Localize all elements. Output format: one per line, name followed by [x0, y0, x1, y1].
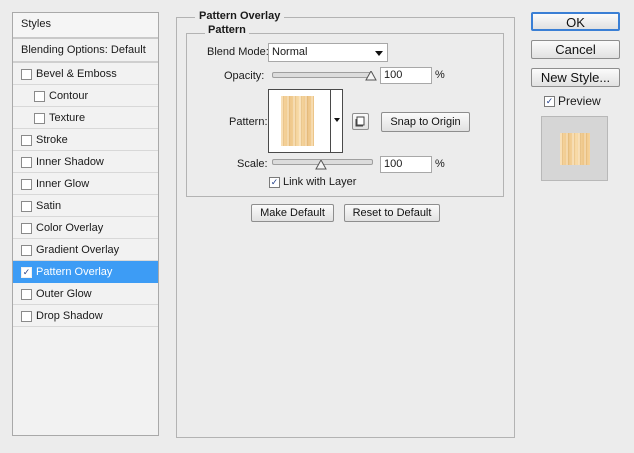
- style-item-color-overlay[interactable]: Color Overlay: [13, 217, 158, 239]
- reset-to-default-button[interactable]: Reset to Default: [344, 204, 440, 222]
- color-overlay-checkbox[interactable]: [21, 223, 32, 234]
- style-preview-thumbnail: [541, 116, 608, 181]
- opacity-slider-thumb[interactable]: [365, 71, 377, 81]
- cancel-button[interactable]: Cancel: [531, 40, 620, 59]
- style-item-label: Inner Glow: [36, 178, 90, 190]
- style-item-inner-shadow[interactable]: Inner Shadow: [13, 151, 158, 173]
- stroke-checkbox[interactable]: [21, 135, 32, 146]
- style-item-label: Gradient Overlay: [36, 244, 120, 256]
- make-default-button[interactable]: Make Default: [251, 204, 334, 222]
- style-item-label: Pattern Overlay: [36, 266, 113, 278]
- blending-options-item[interactable]: Blending Options: Default: [13, 39, 158, 63]
- ok-button[interactable]: OK: [531, 12, 620, 31]
- style-item-inner-glow[interactable]: Inner Glow: [13, 173, 158, 195]
- bevel-emboss-checkbox[interactable]: [21, 69, 32, 80]
- opacity-input[interactable]: 100: [380, 67, 432, 84]
- inner-glow-checkbox[interactable]: [21, 179, 32, 190]
- inner-shadow-checkbox[interactable]: [21, 157, 32, 168]
- drop-shadow-checkbox[interactable]: [21, 311, 32, 322]
- pattern-group-title: Pattern: [205, 24, 249, 36]
- blend-mode-select[interactable]: Normal: [268, 43, 388, 62]
- scale-label: Scale:: [237, 158, 268, 170]
- style-item-label: Contour: [49, 90, 89, 102]
- pattern-picker[interactable]: [268, 89, 343, 153]
- new-style-button[interactable]: New Style...: [531, 68, 620, 87]
- texture-checkbox[interactable]: [34, 113, 45, 124]
- outer-glow-checkbox[interactable]: [21, 289, 32, 300]
- blend-mode-label: Blend Mode:: [207, 46, 269, 58]
- opacity-slider[interactable]: [272, 72, 373, 78]
- pattern-overlay-checkbox[interactable]: ✓: [21, 267, 32, 278]
- blend-mode-value: Normal: [272, 46, 308, 58]
- link-with-layer-checkbox[interactable]: ✓: [269, 177, 280, 188]
- style-item-label: Drop Shadow: [36, 310, 103, 322]
- pattern-dropdown-arrow-icon[interactable]: [334, 118, 340, 122]
- style-item-label: Stroke: [36, 134, 68, 146]
- styles-list-panel: Styles Blending Options: Default Bevel &…: [12, 12, 159, 436]
- link-with-layer-label: Link with Layer: [283, 176, 357, 188]
- snap-to-origin-button[interactable]: Snap to Origin: [381, 112, 470, 132]
- style-item-label: Inner Shadow: [36, 156, 104, 168]
- new-preset-button[interactable]: [352, 113, 369, 130]
- style-item-label: Outer Glow: [36, 288, 92, 300]
- pattern-picker-divider: [330, 90, 331, 152]
- scale-slider-thumb[interactable]: [315, 160, 327, 170]
- opacity-label: Opacity:: [224, 70, 265, 82]
- pattern-label: Pattern:: [229, 116, 268, 128]
- scale-unit: %: [435, 158, 445, 170]
- preview-checkbox[interactable]: ✓: [544, 96, 555, 107]
- opacity-unit: %: [435, 69, 445, 81]
- scale-input[interactable]: 100: [380, 156, 432, 173]
- style-item-gradient-overlay[interactable]: Gradient Overlay: [13, 239, 158, 261]
- preview-pattern-swatch: [560, 133, 590, 165]
- style-item-texture[interactable]: Texture: [13, 107, 158, 129]
- wood-pattern-thumbnail: [281, 96, 314, 146]
- satin-checkbox[interactable]: [21, 201, 32, 212]
- style-item-stroke[interactable]: Stroke: [13, 129, 158, 151]
- style-item-drop-shadow[interactable]: Drop Shadow: [13, 305, 158, 327]
- style-item-bevel-emboss[interactable]: Bevel & Emboss: [13, 63, 158, 85]
- preview-label: Preview: [558, 94, 601, 108]
- style-item-outer-glow[interactable]: Outer Glow: [13, 283, 158, 305]
- new-preset-icon: [355, 116, 365, 127]
- style-item-pattern-overlay[interactable]: ✓ Pattern Overlay: [13, 261, 158, 283]
- style-item-label: Bevel & Emboss: [36, 68, 117, 80]
- contour-checkbox[interactable]: [34, 91, 45, 102]
- style-item-contour[interactable]: Contour: [13, 85, 158, 107]
- chevron-down-icon: [375, 51, 383, 56]
- pattern-overlay-title: Pattern Overlay: [195, 10, 285, 22]
- style-item-label: Satin: [36, 200, 62, 212]
- styles-header[interactable]: Styles: [13, 13, 158, 39]
- style-item-satin[interactable]: Satin: [13, 195, 158, 217]
- style-item-label: Color Overlay: [36, 222, 104, 234]
- style-item-label: Texture: [49, 112, 86, 124]
- gradient-overlay-checkbox[interactable]: [21, 245, 32, 256]
